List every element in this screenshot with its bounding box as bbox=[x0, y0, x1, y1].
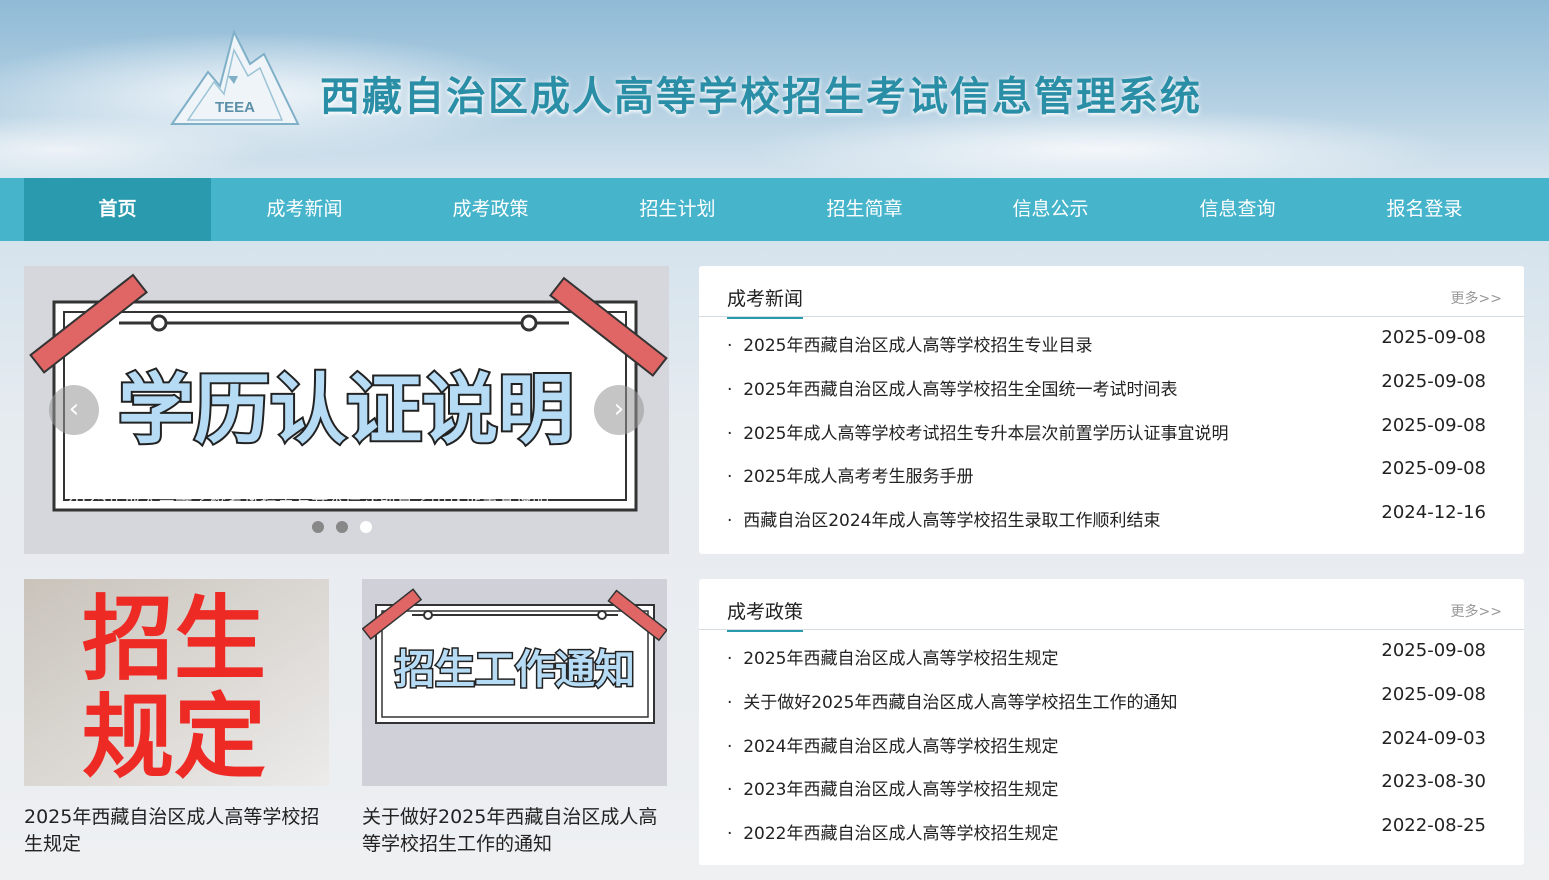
item-date: 2022-08-25 bbox=[1381, 815, 1486, 837]
list-item[interactable]: · 2022年西藏自治区成人高等学校招生规定 2022-08-25 bbox=[699, 805, 1524, 849]
site-title: 西藏自治区成人高等学校招生考试信息管理系统 bbox=[320, 74, 1202, 120]
list-item[interactable]: · 2025年西藏自治区成人高等学校招生规定 2025-09-08 bbox=[699, 630, 1524, 674]
logo-mountain-icon[interactable]: TEEA bbox=[168, 24, 302, 136]
svg-text:TEEA: TEEA bbox=[215, 99, 255, 116]
list-item[interactable]: · 2025年西藏自治区成人高等学校招生专业目录 2025-09-08 bbox=[699, 317, 1524, 361]
card-thumbnail[interactable]: 招生 规定 bbox=[24, 579, 329, 786]
item-title[interactable]: · 2025年西藏自治区成人高等学校招生全国统一考试时间表 bbox=[727, 375, 1177, 400]
site-header: TEEA 西藏自治区成人高等学校招生考试信息管理系统 bbox=[0, 0, 1549, 178]
carousel-caption[interactable]: 2025年成人高等学校考试招生专升本层次前置学历认证事宜说明 bbox=[64, 486, 664, 511]
main-nav: 首页 成考新闻 成考政策 招生计划 招生简章 信息公示 信息查询 报名登录 bbox=[0, 178, 1549, 241]
news-panel: 成考新闻 更多>> · 2025年西藏自治区成人高等学校招生专业目录 2025-0… bbox=[699, 266, 1524, 554]
nav-plan[interactable]: 招生计划 bbox=[584, 178, 771, 241]
item-date: 2025-09-08 bbox=[1381, 458, 1486, 480]
panel-title[interactable]: 成考政策 bbox=[727, 597, 804, 632]
carousel-next-button[interactable]: › bbox=[594, 385, 644, 435]
news-card[interactable]: 招生工作通知 关于做好2025年西藏自治区成人高等学校招生工作的通知 bbox=[362, 579, 669, 858]
svg-text:招生工作通知: 招生工作通知 bbox=[395, 647, 635, 693]
item-title[interactable]: · 2022年西藏自治区成人高等学校招生规定 bbox=[727, 819, 1058, 844]
list-item[interactable]: · 2025年成人高等学校考试招生专升本层次前置学历认证事宜说明 2025-09-… bbox=[699, 405, 1524, 449]
list-item[interactable]: · 关于做好2025年西藏自治区成人高等学校招生工作的通知 2025-09-08 bbox=[699, 674, 1524, 718]
item-date: 2024-12-16 bbox=[1381, 502, 1486, 524]
item-title[interactable]: · 2025年西藏自治区成人高等学校招生规定 bbox=[727, 644, 1058, 669]
carousel-dot[interactable] bbox=[312, 521, 324, 533]
carousel-dot-active[interactable] bbox=[360, 521, 372, 533]
item-date: 2025-09-08 bbox=[1381, 370, 1486, 392]
item-title[interactable]: · 2023年西藏自治区成人高等学校招生规定 bbox=[727, 775, 1058, 800]
item-title[interactable]: · 关于做好2025年西藏自治区成人高等学校招生工作的通知 bbox=[727, 688, 1177, 713]
panel-header: 成考新闻 更多>> bbox=[699, 266, 1524, 319]
item-title[interactable]: · 2025年成人高等学校考试招生专升本层次前置学历认证事宜说明 bbox=[727, 419, 1228, 444]
svg-text:规定: 规定 bbox=[82, 684, 266, 786]
item-title[interactable]: · 2024年西藏自治区成人高等学校招生规定 bbox=[727, 732, 1058, 757]
item-date: 2023-08-30 bbox=[1381, 771, 1486, 793]
nav-home[interactable]: 首页 bbox=[24, 178, 211, 241]
nav-query[interactable]: 信息查询 bbox=[1144, 178, 1331, 241]
card-title[interactable]: 2025年西藏自治区成人高等学校招生规定 bbox=[24, 804, 331, 858]
nav-brochure[interactable]: 招生简章 bbox=[771, 178, 958, 241]
more-link[interactable]: 更多>> bbox=[1451, 601, 1502, 621]
card-thumbnail[interactable]: 招生工作通知 bbox=[362, 579, 667, 786]
item-title[interactable]: · 2025年西藏自治区成人高等学校招生专业目录 bbox=[727, 331, 1092, 356]
list-item[interactable]: · 2025年成人高考考生服务手册 2025-09-08 bbox=[699, 448, 1524, 492]
carousel-dot[interactable] bbox=[336, 521, 348, 533]
svg-text:招生: 招生 bbox=[82, 586, 266, 693]
image-carousel[interactable]: 学历认证说明 2025年成人高等学校考试招生专升本层次前置学历认证事宜说明 ‹ … bbox=[24, 266, 669, 554]
item-date: 2025-09-08 bbox=[1381, 327, 1486, 348]
svg-text:学历认证说明: 学历认证说明 bbox=[118, 365, 574, 454]
news-list: · 2025年西藏自治区成人高等学校招生专业目录 2025-09-08 · 202… bbox=[699, 317, 1524, 536]
item-date: 2025-09-08 bbox=[1381, 640, 1486, 661]
item-date: 2024-09-03 bbox=[1381, 727, 1486, 749]
carousel-indicators bbox=[312, 518, 384, 537]
card-title[interactable]: 关于做好2025年西藏自治区成人高等学校招生工作的通知 bbox=[362, 804, 669, 858]
item-title[interactable]: · 2025年成人高考考生服务手册 bbox=[727, 462, 973, 487]
nav-policy[interactable]: 成考政策 bbox=[397, 178, 584, 241]
nav-notice[interactable]: 信息公示 bbox=[957, 178, 1144, 241]
item-date: 2025-09-08 bbox=[1381, 683, 1486, 705]
item-title[interactable]: · 西藏自治区2024年成人高等学校招生录取工作顺利结束 bbox=[727, 506, 1160, 531]
more-link[interactable]: 更多>> bbox=[1451, 288, 1502, 308]
nav-news[interactable]: 成考新闻 bbox=[211, 178, 398, 241]
list-item[interactable]: · 2025年西藏自治区成人高等学校招生全国统一考试时间表 2025-09-08 bbox=[699, 361, 1524, 405]
list-item[interactable]: · 西藏自治区2024年成人高等学校招生录取工作顺利结束 2024-12-16 bbox=[699, 492, 1524, 536]
item-date: 2025-09-08 bbox=[1381, 414, 1486, 436]
policy-panel: 成考政策 更多>> · 2025年西藏自治区成人高等学校招生规定 2025-09-… bbox=[699, 579, 1524, 865]
panel-title[interactable]: 成考新闻 bbox=[727, 284, 804, 319]
panel-header: 成考政策 更多>> bbox=[699, 579, 1524, 632]
nav-register-login[interactable]: 报名登录 bbox=[1331, 178, 1518, 241]
policy-list: · 2025年西藏自治区成人高等学校招生规定 2025-09-08 · 关于做好2… bbox=[699, 630, 1524, 849]
carousel-prev-button[interactable]: ‹ bbox=[49, 385, 99, 435]
list-item[interactable]: · 2023年西藏自治区成人高等学校招生规定 2023-08-30 bbox=[699, 761, 1524, 805]
news-card[interactable]: 招生 规定 2025年西藏自治区成人高等学校招生规定 bbox=[24, 579, 331, 858]
list-item[interactable]: · 2024年西藏自治区成人高等学校招生规定 2024-09-03 bbox=[699, 718, 1524, 762]
